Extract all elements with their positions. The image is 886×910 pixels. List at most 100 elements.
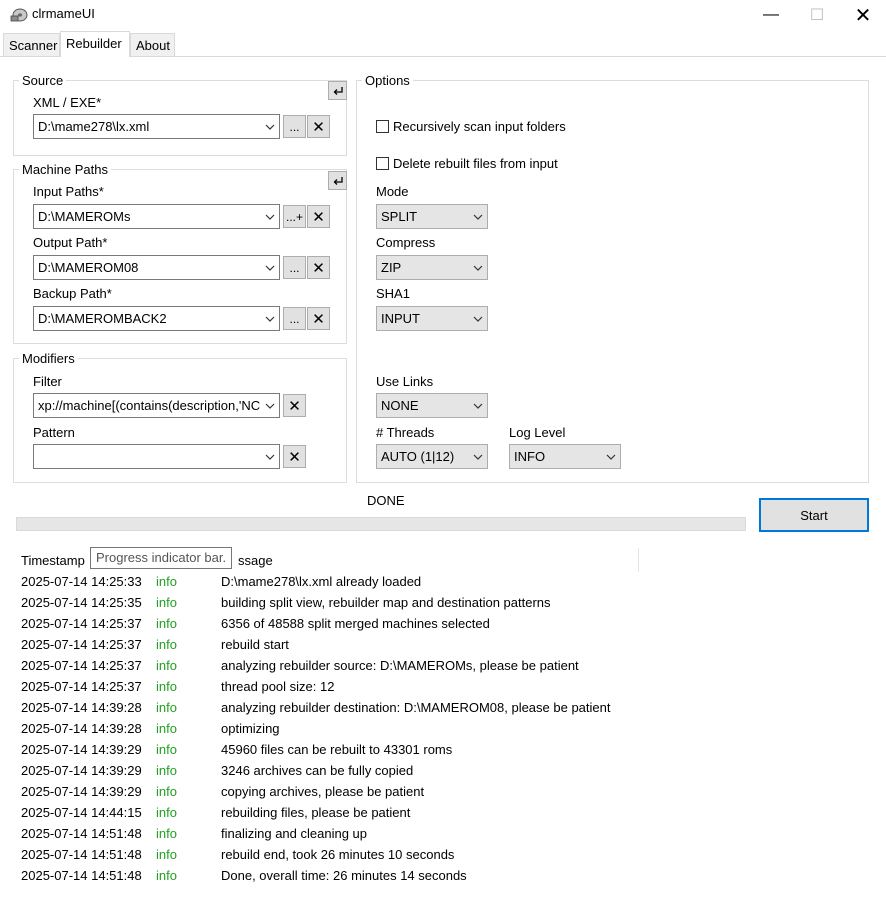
chevron-down-icon [469, 256, 487, 279]
source-group-label: Source [19, 73, 67, 88]
sha1-value: INPUT [381, 311, 420, 326]
title-bar: clrmameUI — ☐ ✕ [0, 0, 886, 30]
machine-paths-reset-button[interactable] [328, 171, 347, 190]
backup-path-combo[interactable]: D:\MAMEROMBACK2 [33, 306, 280, 331]
log-row[interactable]: 2025-07-14 14:39:28 info optimizing [0, 721, 886, 742]
log-timestamp: 2025-07-14 14:25:33 [21, 574, 142, 589]
x-icon: ✕ [312, 118, 325, 136]
log-message: 3246 archives can be fully copied [221, 763, 414, 778]
log-timestamp: 2025-07-14 14:39:28 [21, 721, 142, 736]
options-group [356, 80, 869, 483]
log-row[interactable]: 2025-07-14 14:51:48 info rebuild end, took… [0, 847, 886, 868]
log-row[interactable]: 2025-07-14 14:51:48 info Done, overall tim… [0, 868, 886, 889]
threads-select[interactable]: AUTO (1|12) [376, 444, 488, 469]
sha1-select[interactable]: INPUT [376, 306, 488, 331]
log-level: info [156, 721, 177, 736]
maximize-button[interactable]: ☐ [794, 0, 840, 30]
output-path-browse-button[interactable]: ... [283, 256, 306, 279]
log-level: info [156, 868, 177, 883]
input-paths-value: D:\MAMEROMs [38, 209, 131, 224]
status-text: DONE [367, 493, 405, 508]
output-path-clear-button[interactable]: ✕ [307, 256, 330, 279]
backup-path-browse-button[interactable]: ... [283, 307, 306, 330]
chevron-down-icon [469, 394, 487, 417]
pattern-combo[interactable] [33, 444, 280, 469]
log-timestamp: 2025-07-14 14:39:29 [21, 763, 142, 778]
close-window-button[interactable]: ✕ [840, 0, 886, 30]
x-icon: ✕ [312, 310, 325, 328]
log-row[interactable]: 2025-07-14 14:25:35 info building split vi… [0, 595, 886, 616]
log-message: D:\mame278\lx.xml already loaded [221, 574, 422, 589]
input-paths-clear-button[interactable]: ✕ [307, 205, 330, 228]
log-timestamp: 2025-07-14 14:51:48 [21, 868, 142, 883]
use-links-select[interactable]: NONE [376, 393, 488, 418]
machine-paths-group-label: Machine Paths [19, 162, 111, 177]
log-row[interactable]: 2025-07-14 14:25:33 info D:\mame278\lx.xml… [0, 574, 886, 595]
mode-select[interactable]: SPLIT [376, 204, 488, 229]
chevron-down-icon [469, 445, 487, 468]
log-timestamp: 2025-07-14 14:25:37 [21, 658, 142, 673]
filter-combo[interactable]: xp://machine[(contains(description,'NC [33, 393, 280, 418]
log-row[interactable]: 2025-07-14 14:39:29 info 3246 archives can… [0, 763, 886, 784]
filter-clear-button[interactable]: ✕ [283, 394, 306, 417]
compress-value: ZIP [381, 260, 402, 275]
source-reset-button[interactable] [328, 81, 347, 100]
log-header-message[interactable]: ssage [238, 553, 273, 568]
checkbox-box[interactable] [376, 120, 389, 133]
xml-clear-button[interactable]: ✕ [307, 115, 330, 138]
log-message: 45960 files can be rebuilt to 43301 roms [221, 742, 453, 757]
log-row[interactable]: 2025-07-14 14:25:37 info analyzing rebuild… [0, 658, 886, 679]
log-header-timestamp[interactable]: Timestamp [21, 553, 85, 568]
log-row[interactable]: 2025-07-14 14:25:37 info 6356 of 48588 spl… [0, 616, 886, 637]
log-timestamp: 2025-07-14 14:39:29 [21, 784, 142, 799]
log-message: Done, overall time: 26 minutes 14 second… [221, 868, 467, 883]
log-row[interactable]: 2025-07-14 14:39:29 info 45960 files can b… [0, 742, 886, 763]
input-paths-add-button[interactable]: ...+ [283, 205, 306, 228]
log-row[interactable]: 2025-07-14 14:39:28 info analyzing rebuild… [0, 700, 886, 721]
backup-path-clear-button[interactable]: ✕ [307, 307, 330, 330]
mode-value: SPLIT [381, 209, 418, 224]
tab-rebuilder[interactable]: Rebuilder [60, 31, 130, 57]
log-row[interactable]: 2025-07-14 14:44:15 info rebuilding files,… [0, 805, 886, 826]
log-level: info [156, 742, 177, 757]
app-icon [10, 8, 28, 22]
log-level: info [156, 700, 177, 715]
log-level: info [156, 847, 177, 862]
xml-exe-combo[interactable]: D:\mame278\lx.xml [33, 114, 280, 139]
log-level-select[interactable]: INFO [509, 444, 621, 469]
pattern-clear-button[interactable]: ✕ [283, 445, 306, 468]
minimize-button[interactable]: — [748, 0, 794, 30]
log-message: copying archives, please be patient [221, 784, 425, 799]
log-row[interactable]: 2025-07-14 14:51:48 info finalizing and cl… [0, 826, 886, 847]
threads-label: # Threads [376, 425, 435, 440]
log-row[interactable]: 2025-07-14 14:39:29 info copying archives,… [0, 784, 886, 805]
chevron-down-icon [261, 307, 279, 330]
x-icon: ✕ [288, 397, 301, 415]
filter-label: Filter [33, 374, 62, 389]
chevron-down-icon [261, 394, 279, 417]
log-row[interactable]: 2025-07-14 14:25:37 info thread pool size:… [0, 679, 886, 700]
log-message: analyzing rebuilder source: D:\MAMEROMs,… [221, 658, 579, 673]
input-paths-combo[interactable]: D:\MAMEROMs [33, 204, 280, 229]
log-message: building split view, rebuilder map and d… [221, 595, 551, 610]
delete-rebuilt-label: Delete rebuilt files from input [393, 156, 558, 171]
log-timestamp: 2025-07-14 14:51:48 [21, 847, 142, 862]
log-level: info [156, 763, 177, 778]
log-row[interactable]: 2025-07-14 14:25:37 info rebuild start [0, 637, 886, 658]
log-message: rebuilding files, please be patient [221, 805, 411, 820]
delete-rebuilt-checkbox[interactable]: Delete rebuilt files from input [376, 156, 558, 171]
start-button[interactable]: Start [759, 498, 869, 532]
recursive-scan-checkbox[interactable]: Recursively scan input folders [376, 119, 566, 134]
tab-scanner[interactable]: Scanner [3, 33, 60, 56]
log-timestamp: 2025-07-14 14:25:37 [21, 616, 142, 631]
compress-select[interactable]: ZIP [376, 255, 488, 280]
checkbox-box[interactable] [376, 157, 389, 170]
tab-about[interactable]: About [130, 33, 175, 56]
output-path-value: D:\MAMEROM08 [38, 260, 139, 275]
log-timestamp: 2025-07-14 14:25:37 [21, 679, 142, 694]
output-path-label: Output Path* [33, 235, 108, 250]
output-path-combo[interactable]: D:\MAMEROM08 [33, 255, 280, 280]
log-list[interactable]: 2025-07-14 14:25:33 info D:\mame278\lx.xml… [0, 574, 886, 894]
xml-browse-button[interactable]: ... [283, 115, 306, 138]
chevron-down-icon [469, 205, 487, 228]
